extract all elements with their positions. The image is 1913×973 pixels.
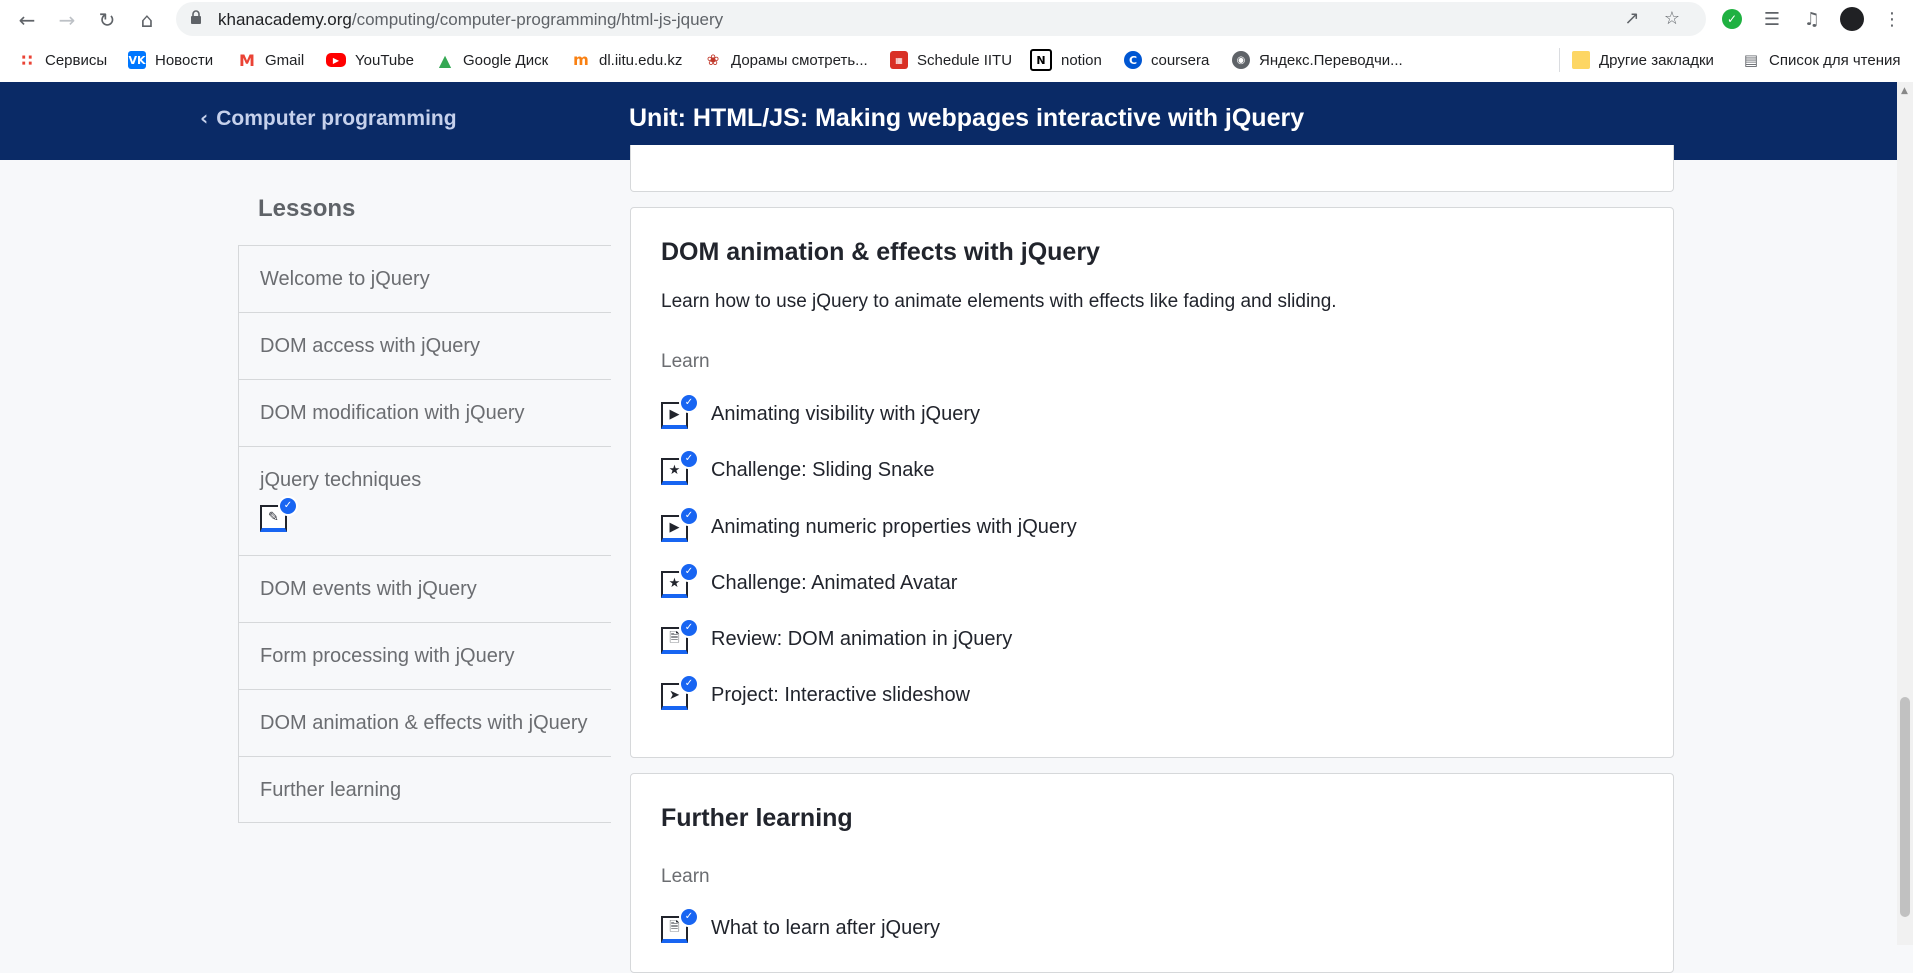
sidebar-item-form-processing[interactable]: Form processing with jQuery — [239, 622, 611, 689]
coursera-icon: C — [1124, 51, 1142, 69]
lessons-heading: Lessons — [258, 195, 356, 222]
article-doc-icon: 🗎 ✓ — [661, 907, 699, 943]
menu-kebab-icon[interactable]: ⋮ — [1880, 7, 1904, 31]
content-item[interactable]: ➤ ✓ Project: Interactive slideshow — [661, 674, 970, 712]
previous-lesson-card — [630, 145, 1674, 192]
apps-grid-icon: ∷ — [21, 50, 33, 70]
page-scrollbar[interactable]: ▲ — [1897, 82, 1913, 945]
sidebar-item-jquery-techniques[interactable]: jQuery techniques ✎ ✓ — [239, 446, 611, 555]
sidebar-item-dom-modification[interactable]: DOM modification with jQuery — [239, 379, 611, 446]
checkmark-icon: ✓ — [278, 496, 298, 516]
video-play-icon: ▶ ✓ — [661, 393, 699, 429]
home-icon[interactable]: ⌂ — [134, 7, 160, 33]
scroll-thumb[interactable] — [1900, 697, 1910, 917]
reading-list[interactable]: ▤ Список для чтения — [1742, 49, 1901, 71]
article-doc-icon: 🗎 ✓ — [661, 618, 699, 654]
browser-toolbar: ← → ↻ ⌂ khanacademy.org/computing/comput… — [0, 0, 1913, 38]
sidebar-item-dom-access[interactable]: DOM access with jQuery — [239, 312, 611, 379]
checkmark-icon: ✓ — [679, 562, 699, 582]
url-text[interactable]: khanacademy.org/computing/computer-progr… — [218, 10, 723, 30]
checkmark-icon: ✓ — [679, 907, 699, 927]
lock-icon — [191, 10, 201, 24]
challenge-star-icon: ★ ✓ — [661, 449, 699, 485]
checkmark-icon: ✓ — [679, 618, 699, 638]
vk-icon: VK — [128, 51, 146, 69]
scroll-up-icon[interactable]: ▲ — [1901, 86, 1908, 96]
lesson-list: Welcome to jQuery DOM access with jQuery… — [238, 245, 611, 823]
folder-icon — [1572, 51, 1590, 69]
bookmark-schedule-iitu[interactable]: ▦ Schedule IITU — [890, 49, 1012, 71]
bookmark-youtube[interactable]: ▶ YouTube — [326, 49, 414, 71]
reload-icon[interactable]: ↻ — [94, 7, 120, 33]
bookmark-dl-iitu[interactable]: m dl.iitu.edu.kz — [572, 49, 682, 71]
back-arrow-icon[interactable]: ← — [14, 7, 40, 33]
sidebar-item-dom-events[interactable]: DOM events with jQuery — [239, 555, 611, 622]
bookmark-gmail[interactable]: M Gmail — [238, 49, 304, 71]
lesson-card-further-learning: Further learning Learn 🗎 ✓ What to learn … — [630, 773, 1674, 973]
checkmark-icon: ✓ — [679, 674, 699, 694]
extension-check-icon[interactable]: ✓ — [1720, 7, 1744, 31]
bookmark-star-icon[interactable]: ☆ — [1661, 8, 1683, 30]
forward-arrow-icon[interactable]: → — [54, 7, 80, 33]
bookmarks-separator — [1559, 48, 1560, 72]
google-drive-icon: ▲ — [438, 50, 452, 70]
lesson-description: Learn how to use jQuery to animate eleme… — [661, 291, 1337, 312]
gmail-icon: M — [239, 50, 255, 70]
content-item[interactable]: ★ ✓ Challenge: Animated Avatar — [661, 562, 957, 600]
globe-icon: ◉ — [1232, 51, 1250, 69]
checkmark-icon: ✓ — [679, 506, 699, 526]
bookmarks-bar: ∷ Сервисы VK Новости M Gmail ▶ YouTube ▲ Goog… — [0, 38, 1913, 83]
project-rocket-icon: ➤ ✓ — [661, 674, 699, 710]
video-play-icon: ▶ ✓ — [661, 506, 699, 542]
bookmark-yandex-translate[interactable]: ◉ Яндекс.Переводчи... — [1232, 49, 1403, 71]
youtube-icon: ▶ — [326, 53, 346, 67]
bookmark-coursera[interactable]: Ccoursera — [1124, 49, 1209, 71]
lesson-title[interactable]: DOM animation & effects with jQuery — [661, 238, 1100, 267]
back-to-course-link[interactable]: ‹ Computer programming — [200, 106, 457, 131]
dorama-icon: ❀ — [706, 51, 720, 69]
chevron-left-icon: ‹ — [200, 106, 209, 130]
challenge-star-icon: ★ ✓ — [661, 562, 699, 598]
content-item[interactable]: ▶ ✓ Animating visibility with jQuery — [661, 393, 980, 431]
calendar-icon: ▦ — [890, 51, 908, 69]
sidebar-item-further-learning[interactable]: Further learning — [239, 756, 611, 823]
reading-list-icon: ▤ — [1743, 51, 1759, 69]
edit-pencil-icon[interactable]: ✎ ✓ — [260, 496, 298, 532]
extensions-puzzle-icon[interactable]: ☰ — [1760, 7, 1784, 31]
content-item[interactable]: ▶ ✓ Animating numeric properties with jQu… — [661, 506, 1077, 544]
moodle-icon: m — [573, 51, 589, 69]
profile-avatar[interactable] — [1840, 7, 1864, 31]
learn-label: Learn — [661, 866, 710, 887]
bookmark-services[interactable]: ∷ Сервисы — [18, 49, 107, 71]
bookmark-other[interactable]: Другие закладки — [1572, 49, 1714, 71]
content-item[interactable]: ★ ✓ Challenge: Sliding Snake — [661, 449, 935, 487]
address-bar[interactable]: khanacademy.org/computing/computer-progr… — [176, 2, 1706, 36]
bookmark-dorama[interactable]: ❀ Дорамы смотреть... — [704, 49, 868, 71]
lesson-card-dom-animation: DOM animation & effects with jQuery Lear… — [630, 207, 1674, 758]
checkmark-icon: ✓ — [679, 393, 699, 413]
notion-icon: N — [1030, 49, 1052, 71]
checkmark-icon: ✓ — [679, 449, 699, 469]
content-item[interactable]: 🗎 ✓ What to learn after jQuery — [661, 907, 940, 945]
share-icon[interactable]: ↗ — [1621, 8, 1643, 30]
sidebar-item-dom-animation[interactable]: DOM animation & effects with jQuery — [239, 689, 611, 756]
bookmark-notion[interactable]: Nnotion — [1030, 49, 1102, 71]
learn-label: Learn — [661, 351, 710, 372]
content-item[interactable]: 🗎 ✓ Review: DOM animation in jQuery — [661, 618, 1012, 656]
bookmark-news[interactable]: VK Новости — [128, 49, 213, 71]
media-control-icon[interactable]: ♫ — [1800, 7, 1824, 31]
lesson-title[interactable]: Further learning — [661, 804, 853, 833]
sidebar-item-welcome[interactable]: Welcome to jQuery — [239, 245, 611, 312]
bookmark-google-drive[interactable]: ▲ Google Диск — [436, 49, 548, 71]
unit-title: Unit: HTML/JS: Making webpages interacti… — [629, 104, 1305, 132]
